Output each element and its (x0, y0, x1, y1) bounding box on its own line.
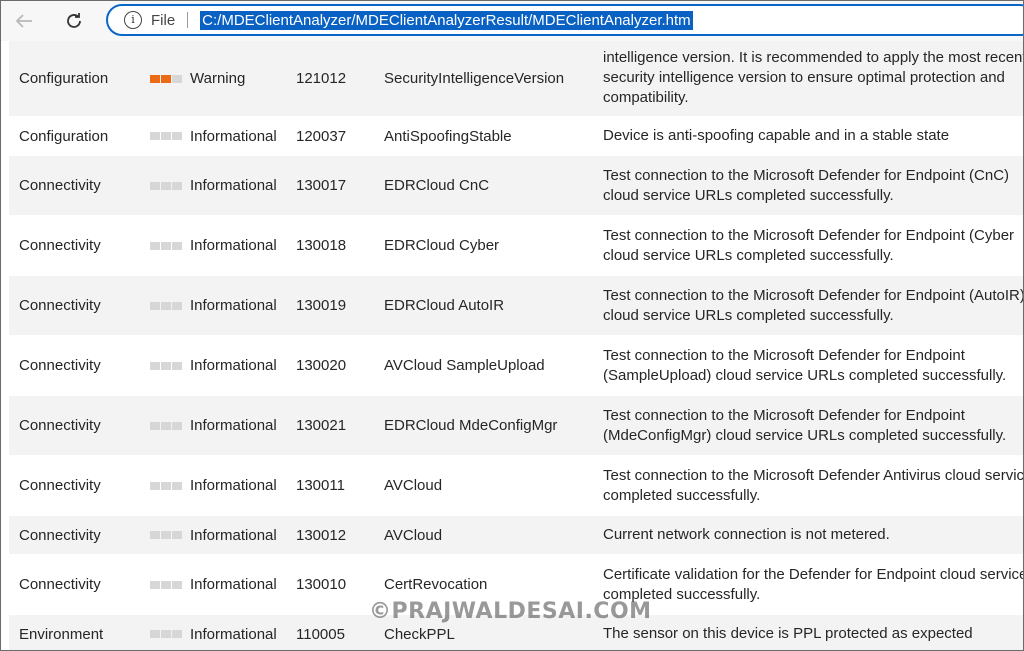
refresh-button[interactable] (59, 7, 89, 35)
category-cell: Connectivity (19, 357, 101, 374)
category-cell: Environment (19, 625, 104, 643)
severity-label: Informational (190, 177, 277, 194)
test-id-cell: 130020 (296, 357, 347, 374)
info-severity-icon (150, 481, 182, 490)
severity-cell: Informational (150, 555, 277, 614)
table-row: Connectivity Informational 130011 AVCloud Te… (9, 456, 1023, 516)
info-severity-icon (150, 132, 182, 140)
info-severity-icon (150, 630, 182, 638)
description-cell: Certificate validation for the Defender … (603, 565, 1024, 603)
test-name-cell: AVCloud SampleUpload (384, 357, 545, 374)
table-row: Connectivity Informational 130020 AVCloud S… (9, 336, 1023, 396)
description-cell: Test connection to the Microsoft Defende… (603, 406, 1007, 444)
category-cell: Connectivity (19, 417, 101, 434)
table-row: Connectivity Informational 130012 AVCloud Cu… (9, 516, 1023, 555)
severity-cell: Warning (150, 41, 245, 116)
severity-cell: Informational (150, 516, 277, 554)
test-id-cell: 121012 (296, 70, 347, 87)
test-id-cell: 130018 (296, 237, 347, 254)
severity-label: Informational (190, 576, 277, 593)
test-id-cell: 110005 (296, 625, 345, 643)
url-scheme: File (151, 11, 176, 29)
test-name-cell: AVCloud (384, 526, 443, 544)
test-name-cell: AVCloud (384, 477, 443, 494)
description-cell: Test connection to the Microsoft Defende… (603, 226, 1015, 264)
category-cell: Connectivity (19, 177, 101, 194)
table-row: Connectivity Informational 130019 EDRCloud … (9, 276, 1023, 336)
warning-severity-icon (150, 74, 182, 83)
test-id-cell: 130011 (296, 477, 345, 494)
category-cell: Connectivity (19, 297, 101, 314)
info-severity-icon (150, 421, 182, 430)
info-severity-icon (150, 361, 182, 370)
info-severity-icon (150, 241, 182, 250)
address-divider (187, 12, 189, 28)
category-cell: Connectivity (19, 237, 101, 254)
description-cell: Test connection to the Microsoft Defende… (603, 166, 1010, 204)
description-cell: Test connection to the Microsoft Defende… (603, 346, 1007, 384)
severity-cell: Informational (150, 456, 277, 515)
description-cell: Test connection to the Microsoft Defende… (603, 286, 1024, 324)
severity-label: Warning (190, 70, 246, 87)
severity-cell: Informational (150, 276, 277, 335)
category-cell: Configuration (19, 70, 109, 87)
test-name-cell: SecurityIntelligenceVersion (384, 70, 565, 87)
info-severity-icon (150, 580, 182, 589)
results-table: Configuration Warning 121012 SecurityIntell… (9, 41, 1024, 650)
severity-label: Informational (190, 477, 277, 494)
severity-label: Informational (190, 297, 277, 314)
test-name-cell: EDRCloud CnC (384, 177, 490, 194)
severity-label: Informational (190, 357, 277, 374)
test-id-cell: 120037 (296, 127, 347, 145)
info-severity-icon (150, 181, 182, 190)
severity-label: Informational (190, 625, 277, 643)
description-cell: Current network connection is not metere… (603, 526, 890, 543)
test-id-cell: 130012 (296, 526, 347, 544)
address-bar[interactable]: i File C:/MDEClientAnalyzer/MDEClientAna… (106, 4, 1023, 36)
test-name-cell: EDRCloud Cyber (384, 237, 500, 254)
severity-label: Informational (190, 417, 277, 434)
test-name-cell: EDRCloud AutoIR (384, 297, 505, 314)
refresh-icon (67, 13, 81, 28)
severity-cell: Informational (150, 156, 277, 215)
url-text[interactable]: C:/MDEClientAnalyzer/MDEClientAnalyzerRe… (200, 10, 693, 30)
arrow-left-icon (15, 14, 32, 28)
description-cell: Test connection to the Microsoft Defende… (603, 466, 1024, 504)
category-cell: Connectivity (19, 526, 101, 544)
browser-window: i File C:/MDEClientAnalyzer/MDEClientAna… (0, 0, 1024, 651)
test-id-cell: 130017 (296, 177, 347, 194)
category-cell: Configuration (19, 127, 109, 145)
info-icon[interactable]: i (124, 11, 142, 29)
severity-cell: Informational (150, 396, 277, 455)
table-row: Connectivity Informational 130021 EDRCloud … (9, 396, 1023, 456)
info-severity-icon (150, 531, 182, 539)
severity-label: Informational (190, 526, 277, 544)
description-cell: The sensor on this device is PPL protect… (603, 625, 973, 642)
browser-toolbar: i File C:/MDEClientAnalyzer/MDEClientAna… (1, 1, 1023, 41)
severity-cell: Informational (150, 615, 277, 650)
test-id-cell: 130019 (296, 297, 347, 314)
severity-label: Informational (190, 127, 277, 145)
back-button[interactable] (9, 7, 39, 35)
test-id-cell: 130021 (296, 417, 347, 434)
table-row: Connectivity Informational 130017 EDRCloud … (9, 156, 1023, 216)
table-row: Configuration Informational 120037 AntiSpoo… (9, 117, 1023, 156)
severity-cell: Informational (150, 336, 277, 395)
test-id-cell: 130010 (296, 576, 347, 593)
table-row: Configuration Warning 121012 SecurityIntell… (9, 41, 1023, 117)
test-name-cell: EDRCloud MdeConfigMgr (384, 417, 558, 434)
watermark: ©PRAJWALDESAI.COM (369, 599, 652, 624)
severity-cell: Informational (150, 216, 277, 275)
category-cell: Connectivity (19, 576, 101, 593)
category-cell: Connectivity (19, 477, 101, 494)
severity-label: Informational (190, 237, 277, 254)
description-cell: intelligence version. It is recommended … (603, 49, 1024, 106)
table-row: Connectivity Informational 130018 EDRCloud … (9, 216, 1023, 276)
test-name-cell: AntiSpoofingStable (384, 127, 512, 145)
description-cell: Device is anti-spoofing capable and in a… (603, 127, 950, 144)
severity-cell: Informational (150, 117, 277, 155)
info-severity-icon (150, 301, 182, 310)
